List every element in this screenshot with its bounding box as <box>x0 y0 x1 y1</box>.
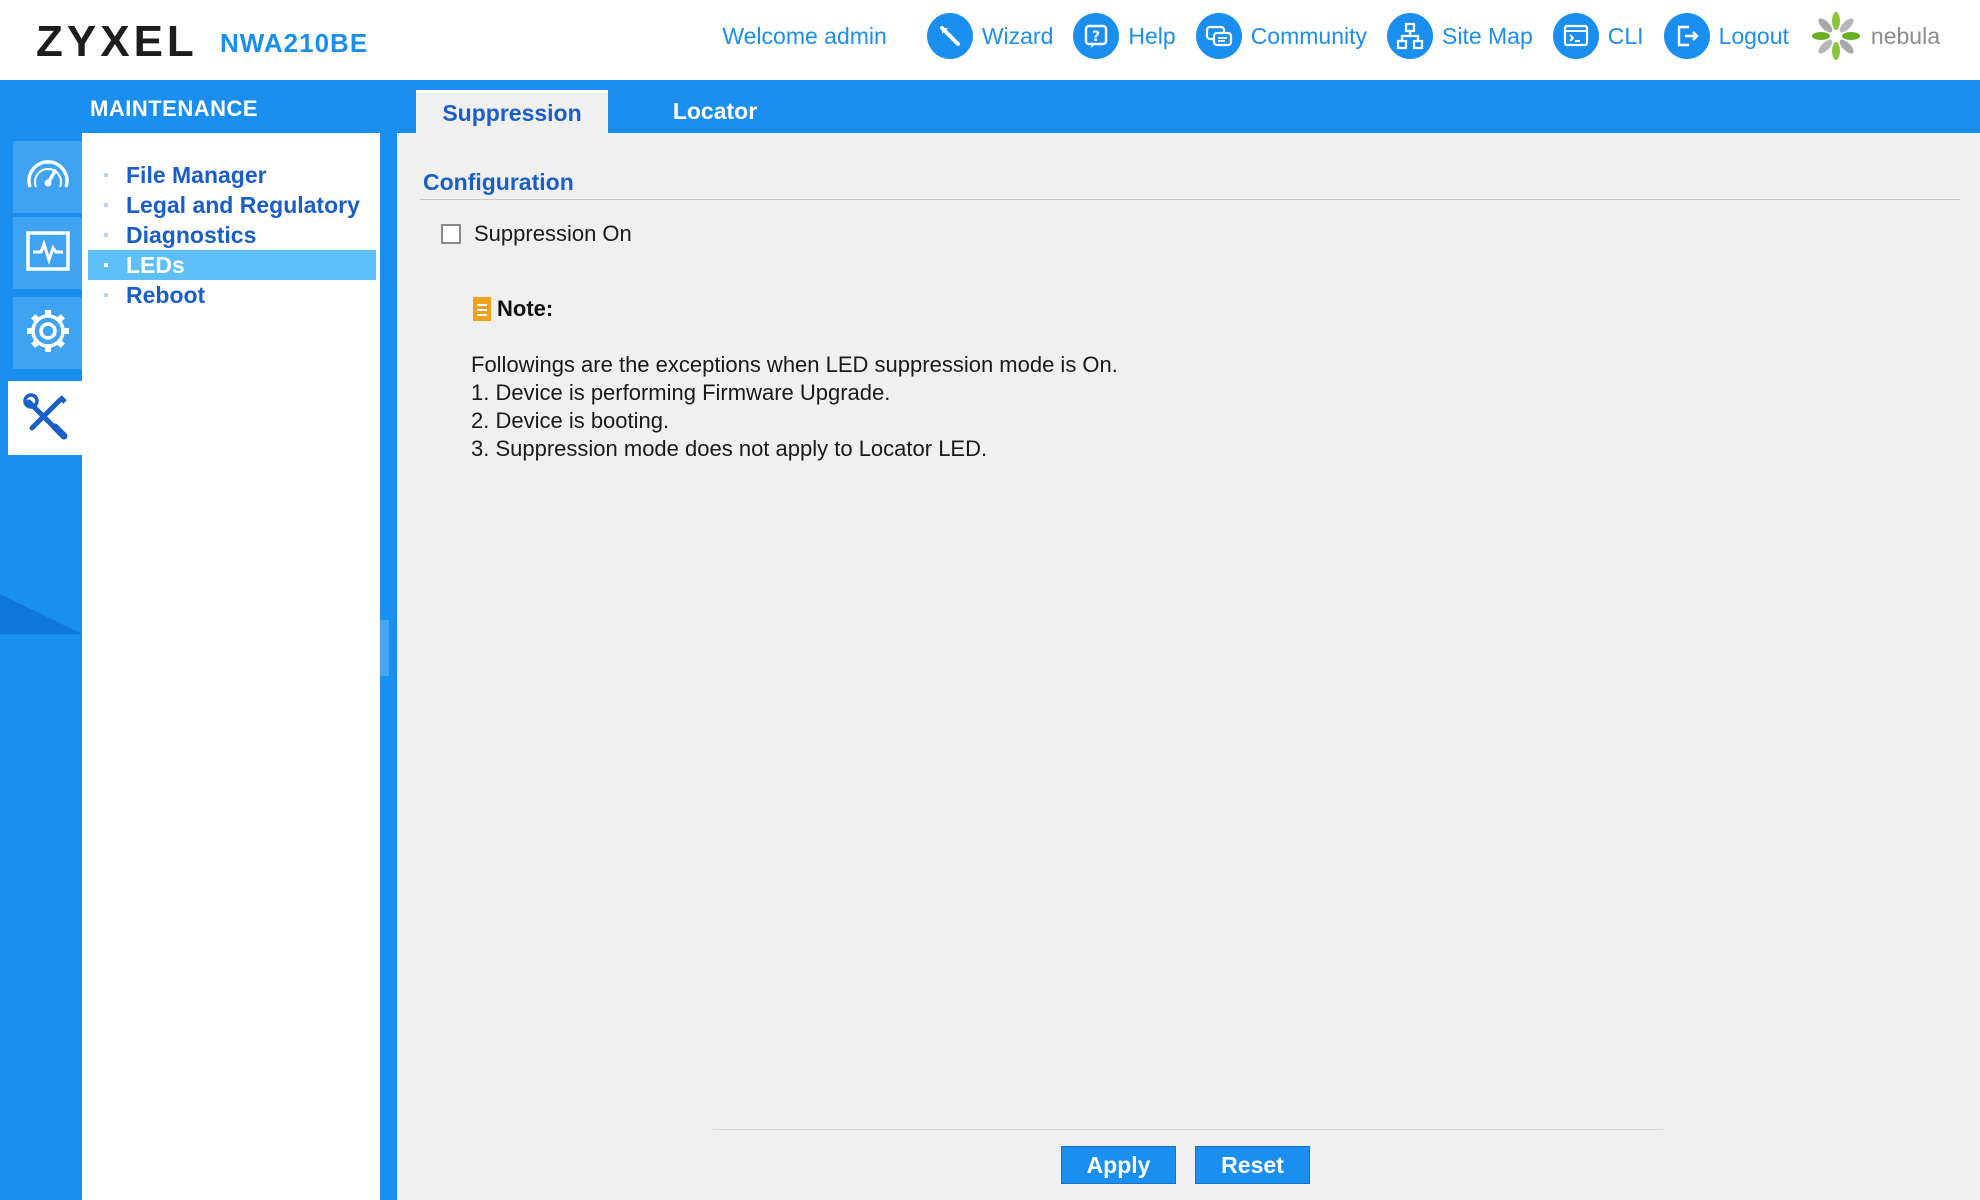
rail-monitor[interactable] <box>13 217 83 289</box>
suppression-label[interactable]: Suppression On <box>474 221 632 247</box>
site-map-label: Site Map <box>1442 22 1533 49</box>
cli-icon <box>1552 13 1599 59</box>
submenu-item-label: Reboot <box>126 281 206 308</box>
main-content: Configuration Suppression On Note: Follo… <box>397 133 1980 1200</box>
submenu-item-file-manager[interactable]: File Manager <box>88 160 376 190</box>
bullet-icon <box>104 233 108 237</box>
rail-decoration <box>0 594 82 634</box>
nebula-label: nebula <box>1870 22 1940 49</box>
rail-dashboard[interactable] <box>13 141 83 213</box>
submenu-item-label: Legal and Regulatory <box>126 191 360 218</box>
section-divider <box>420 199 1960 200</box>
note-header: Note: <box>473 296 553 322</box>
submenu-item-legal-and-regulatory[interactable]: Legal and Regulatory <box>88 190 376 220</box>
note-label: Note: <box>497 296 554 321</box>
suppression-checkbox[interactable] <box>441 224 461 244</box>
apply-button[interactable]: Apply <box>1061 1146 1176 1184</box>
community-label: Community <box>1250 22 1367 49</box>
bullet-icon <box>104 293 108 297</box>
rail-maintenance[interactable] <box>8 381 82 455</box>
tab-suppression[interactable]: Suppression <box>416 90 608 133</box>
community-icon <box>1195 13 1242 59</box>
note-body: Followings are the exceptions when LED s… <box>471 351 1118 463</box>
submenu-item-label: File Manager <box>126 161 267 188</box>
svg-text:?: ? <box>1092 29 1100 45</box>
help-link[interactable]: ? Help <box>1073 13 1176 59</box>
tab-locator[interactable]: Locator <box>620 90 810 133</box>
nebula-link[interactable]: nebula <box>1809 9 1940 63</box>
rail-configuration[interactable] <box>13 297 83 369</box>
collapse-handle[interactable] <box>380 620 389 676</box>
configuration-title: Configuration <box>423 169 574 195</box>
site-map-link[interactable]: Site Map <box>1387 13 1533 59</box>
suppression-row: Suppression On <box>441 221 632 247</box>
cli-label: CLI <box>1607 22 1644 49</box>
device-model: NWA210BE <box>220 28 369 58</box>
logout-link[interactable]: Logout <box>1663 13 1789 59</box>
cli-link[interactable]: CLI <box>1552 13 1644 59</box>
footer-divider <box>713 1129 1663 1130</box>
submenu: File Manager Legal and Regulatory Diagno… <box>88 160 376 310</box>
note-line: Followings are the exceptions when LED s… <box>471 352 1118 377</box>
wizard-icon <box>926 13 973 59</box>
welcome-text: Welcome admin <box>722 22 887 49</box>
section-title: MAINTENANCE <box>90 96 259 121</box>
nebula-icon <box>1809 9 1863 63</box>
dashboard-icon <box>24 153 72 202</box>
help-icon: ? <box>1073 13 1120 59</box>
logout-icon <box>1663 13 1710 59</box>
submenu-item-diagnostics[interactable]: Diagnostics <box>88 220 376 250</box>
submenu-item-reboot[interactable]: Reboot <box>88 280 376 310</box>
community-link[interactable]: Community <box>1195 13 1367 59</box>
note-line: 2. Device is booting. <box>471 408 670 433</box>
monitor-icon <box>23 228 73 279</box>
header: ZYXEL NWA210BE Welcome admin Wizard ? He… <box>0 0 1980 80</box>
logout-label: Logout <box>1718 22 1789 49</box>
section-bar <box>0 80 1980 133</box>
help-label: Help <box>1128 22 1176 49</box>
wizard-link[interactable]: Wizard <box>926 13 1054 59</box>
configuration-icon <box>22 305 74 362</box>
wizard-label: Wizard <box>981 22 1054 49</box>
note-line: 3. Suppression mode does not apply to Lo… <box>471 436 988 461</box>
submenu-item-leds[interactable]: LEDs <box>88 250 376 280</box>
zyxel-logo: ZYXEL <box>36 17 198 66</box>
bullet-icon <box>104 203 108 207</box>
top-navigation: Welcome admin Wizard ? Help Community Si… <box>722 12 1940 60</box>
note-line: 1. Device is performing Firmware Upgrade… <box>471 380 891 405</box>
icon-rail <box>0 133 83 1200</box>
site-map-icon <box>1387 13 1433 59</box>
maintenance-icon <box>20 391 70 446</box>
submenu-item-label: LEDs <box>126 251 185 278</box>
submenu-item-label: Diagnostics <box>126 221 257 248</box>
bullet-icon <box>104 173 108 177</box>
bullet-icon <box>104 263 108 267</box>
reset-button[interactable]: Reset <box>1195 1146 1310 1184</box>
note-icon <box>473 297 491 321</box>
